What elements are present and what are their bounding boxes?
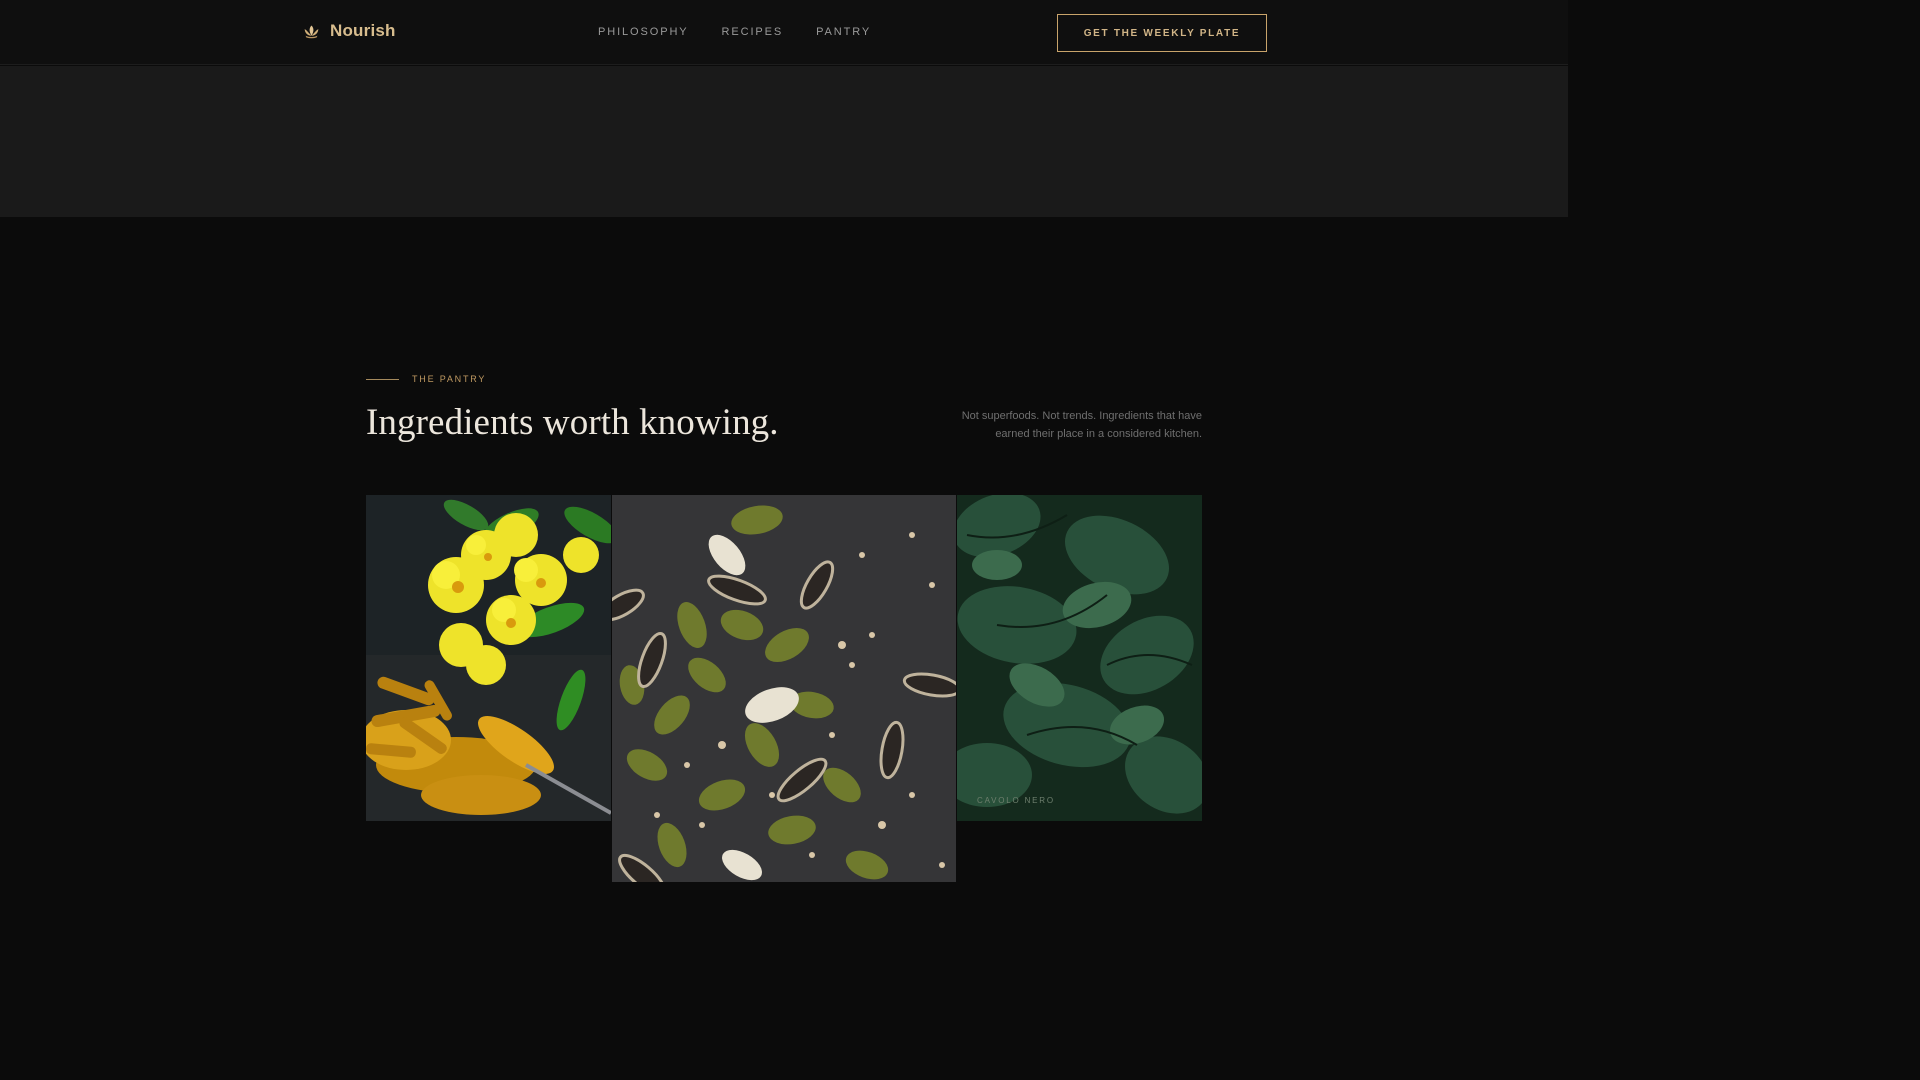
seeds-image [612, 495, 956, 882]
section-eyebrow: THE PANTRY [366, 374, 486, 384]
section-intro: Not superfoods. Not trends. Ingredients … [961, 410, 1202, 440]
brand-logo[interactable]: Nourish [303, 21, 396, 41]
page: Nourish PHILOSOPHY RECIPES PANTRY GET TH… [0, 0, 1568, 882]
eyebrow-label: THE PANTRY [412, 374, 487, 384]
eyebrow-rule [366, 378, 399, 380]
nav-link-recipes[interactable]: RECIPES [722, 26, 784, 39]
tile-caption: CAVOLO NERO [977, 796, 1055, 805]
site-header: Nourish PHILOSOPHY RECIPES PANTRY GET TH… [0, 0, 1568, 65]
brand-name: Nourish [330, 21, 396, 40]
turmeric-image [366, 495, 611, 821]
nav-link-philosophy[interactable]: PHILOSOPHY [598, 26, 689, 39]
nav-link-pantry[interactable]: PANTRY [816, 26, 871, 39]
cavolo-nero-image [957, 495, 1202, 821]
hero-band [0, 66, 1568, 217]
main-nav: PHILOSOPHY RECIPES PANTRY [598, 26, 904, 39]
weekly-plate-button[interactable]: GET THE WEEKLY PLATE [1057, 14, 1267, 52]
ingredient-tile-turmeric[interactable] [366, 495, 611, 821]
lotus-icon [304, 25, 319, 38]
ingredient-tile-cavolo-nero[interactable]: CAVOLO NERO [957, 495, 1202, 821]
section-headline: Ingredients worth knowing. [366, 402, 779, 443]
ingredient-tile-seeds[interactable] [612, 495, 956, 882]
